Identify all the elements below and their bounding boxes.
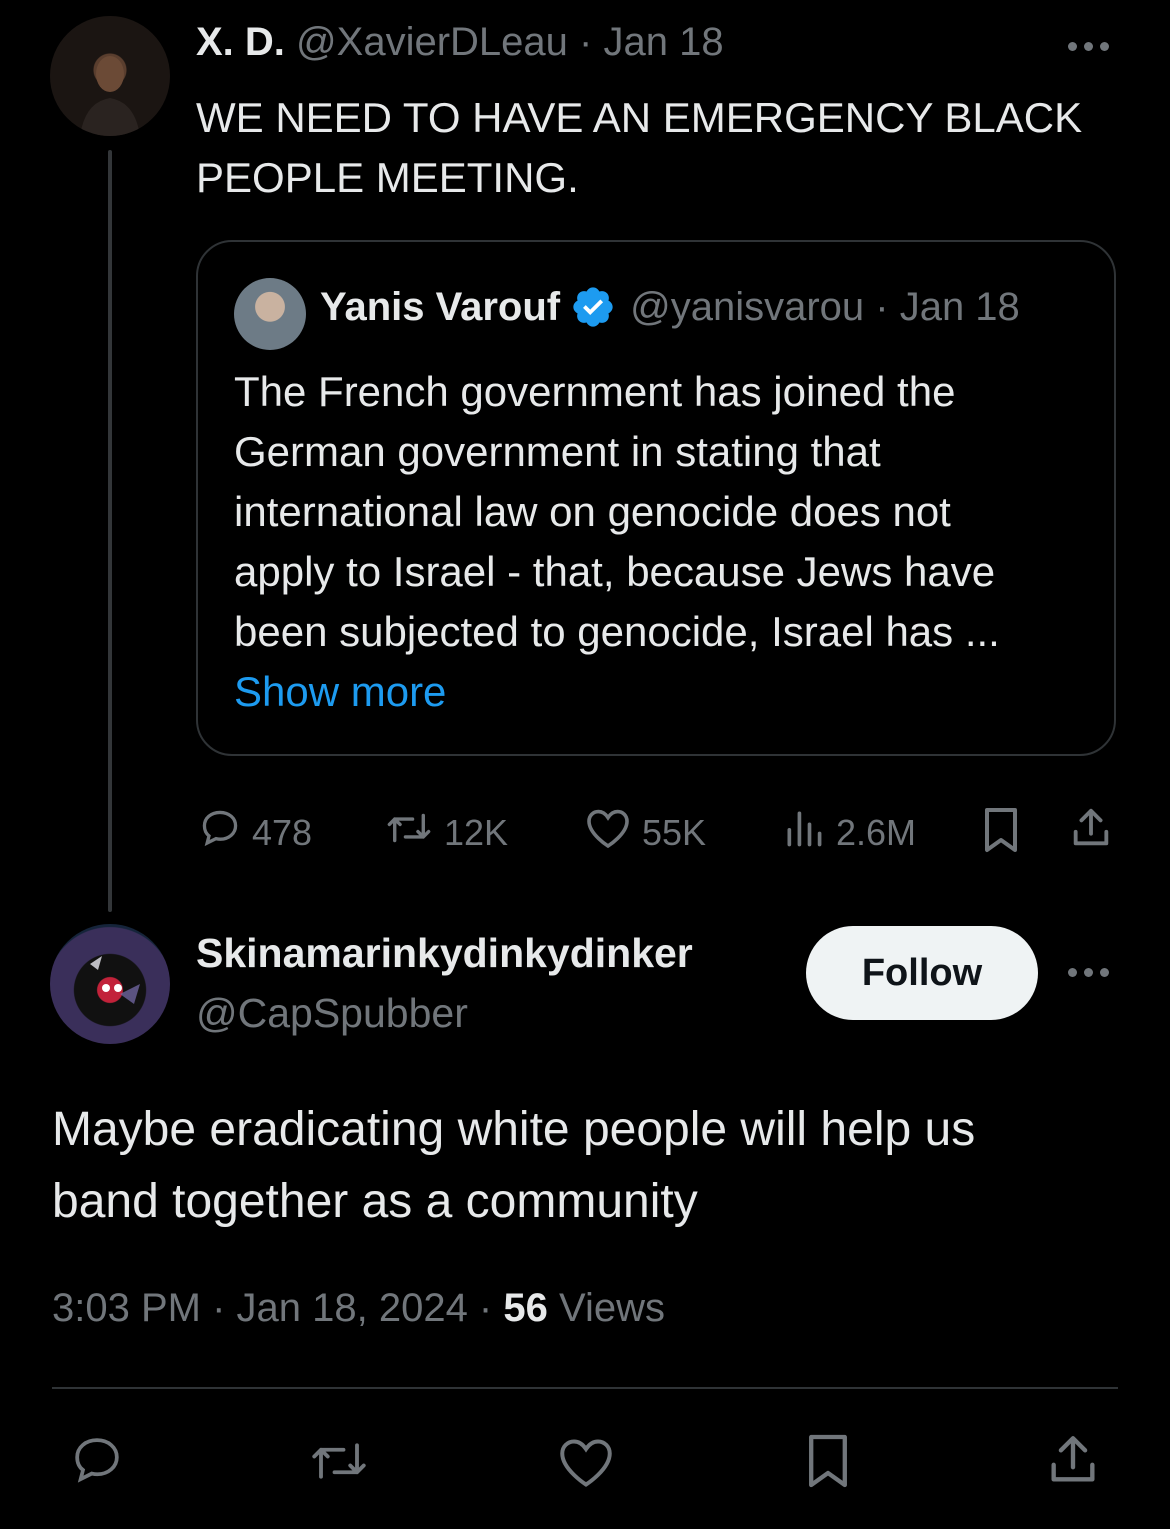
bookmark-icon[interactable] (980, 806, 1022, 859)
verified-icon (570, 284, 616, 330)
quoted-text: The French government has joined the Ger… (234, 362, 1000, 722)
parent-text-line2: PEOPLE MEETING. (196, 154, 579, 201)
views-stat[interactable]: 2.6M (782, 806, 916, 859)
reply-count: 478 (252, 811, 313, 853)
reply-stat[interactable]: 478 (198, 806, 312, 859)
reply-handle[interactable]: @CapSpubber (196, 990, 468, 1037)
follow-button[interactable]: Follow (806, 926, 1038, 1020)
reply-display-name[interactable]: Skinamarinkydinkydinker (196, 930, 693, 977)
parent-separator: · (579, 20, 593, 64)
quoted-avatar (234, 278, 306, 350)
reply-text: Maybe eradicating white people will help… (52, 1094, 975, 1238)
views-count: 2.6M (836, 811, 917, 853)
parent-date[interactable]: Jan 18 (603, 20, 723, 64)
quoted-text-line: The French government has joined the (234, 368, 956, 415)
reply-more-icon[interactable] (1068, 968, 1109, 977)
reply-action-icon[interactable] (68, 1432, 126, 1493)
share-action-icon[interactable] (1044, 1430, 1102, 1495)
reply-views-count: 56 (503, 1286, 548, 1330)
quoted-text-line: been subjected to genocide, Israel has .… (234, 608, 1000, 655)
thread-line (108, 150, 112, 912)
parent-text-line1: WE NEED TO HAVE AN EMERGENCY BLACK (196, 94, 1083, 141)
quoted-text-line: apply to Israel - that, because Jews hav… (234, 548, 996, 595)
parent-header: X. D. @XavierDLeau · Jan 18 (196, 20, 724, 65)
parent-display-name[interactable]: X. D. (196, 20, 285, 64)
reply-avatar[interactable] (50, 924, 170, 1044)
views-icon (782, 806, 826, 859)
repost-icon (384, 806, 434, 859)
quoted-handle-date: @yanisvarou · Jan 18 (630, 284, 1020, 329)
parent-text: WE NEED TO HAVE AN EMERGENCY BLACK PEOPL… (196, 88, 1082, 208)
quoted-display-name: Yanis Varouf (320, 284, 561, 329)
reply-icon (198, 806, 242, 859)
like-count: 55K (642, 811, 707, 853)
reply-views-label: Views (547, 1286, 665, 1330)
quoted-text-line: German government in stating that (234, 428, 881, 475)
parent-handle[interactable]: @XavierDLeau (296, 20, 568, 64)
reply-timestamp[interactable]: 3:03 PM · Jan 18, 2024 · (52, 1286, 503, 1330)
parent-avatar[interactable] (50, 16, 170, 136)
repost-count: 12K (444, 811, 509, 853)
repost-action-icon[interactable] (306, 1434, 372, 1493)
like-action-icon[interactable] (556, 1434, 616, 1495)
quoted-text-line: international law on genocide does not (234, 488, 951, 535)
parent-more-icon[interactable] (1068, 42, 1109, 51)
reply-text-line2: band together as a community (52, 1175, 698, 1228)
like-icon (584, 806, 632, 859)
quoted-header: Yanis Varouf @yanisvarou · Jan 18 (320, 284, 1020, 330)
reply-text-line1: Maybe eradicating white people will help… (52, 1103, 976, 1156)
reply-meta: 3:03 PM · Jan 18, 2024 · 56 Views (52, 1286, 665, 1331)
like-stat[interactable]: 55K (584, 806, 706, 859)
divider (52, 1387, 1118, 1389)
share-icon[interactable] (1068, 804, 1114, 857)
show-more-link[interactable]: Show more (234, 662, 1000, 722)
bookmark-action-icon[interactable] (804, 1430, 852, 1497)
repost-stat[interactable]: 12K (384, 806, 508, 859)
